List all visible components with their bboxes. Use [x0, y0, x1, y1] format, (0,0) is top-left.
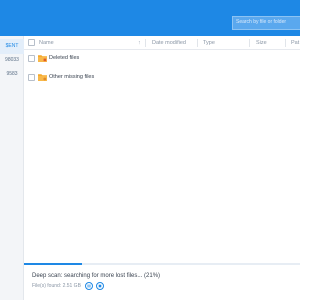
- app-window: Search by file or folder $ENT 98033 9583…: [0, 0, 300, 300]
- column-divider: [285, 39, 286, 47]
- sidebar-item-ent[interactable]: $ENT: [0, 39, 24, 54]
- table-row[interactable]: Deleted files: [24, 50, 300, 66]
- folder-missing-icon: [38, 74, 47, 81]
- scan-status-text: Deep scan: searching for more lost files…: [32, 273, 161, 279]
- files-found-text: File(s) found: 2.51 GB: [32, 283, 81, 289]
- table-row[interactable]: Other missing files: [24, 69, 300, 85]
- pause-icon: [87, 284, 91, 288]
- search-placeholder: Search by file or folder: [236, 19, 287, 25]
- sort-arrow-icon[interactable]: ↑: [138, 36, 141, 50]
- column-size[interactable]: Size: [256, 36, 267, 50]
- column-divider: [249, 39, 250, 47]
- column-date-modified[interactable]: Date modified: [152, 36, 186, 50]
- column-divider: [197, 39, 198, 47]
- sidebar: $ENT 98033 9583: [0, 36, 24, 300]
- column-name[interactable]: Name: [39, 36, 54, 50]
- table-header: Name ↑ Date modified Type Size Pat: [24, 36, 300, 50]
- sidebar-item-9583[interactable]: 9583: [0, 67, 24, 82]
- row-label: Deleted files: [49, 55, 80, 61]
- column-divider: [145, 39, 146, 47]
- search-input[interactable]: Search by file or folder: [232, 16, 300, 30]
- row-checkbox[interactable]: [28, 74, 35, 81]
- column-path[interactable]: Pat: [291, 36, 299, 50]
- sidebar-item-98033[interactable]: 98033: [0, 53, 24, 68]
- folder-deleted-icon: [38, 55, 47, 62]
- row-checkbox[interactable]: [28, 55, 35, 62]
- pause-button[interactable]: [85, 282, 93, 290]
- stop-icon: [98, 284, 102, 288]
- header-bar: Search by file or folder: [0, 0, 300, 36]
- select-all-checkbox[interactable]: [28, 39, 35, 46]
- status-panel: Deep scan: searching for more lost files…: [24, 265, 300, 300]
- row-label: Other missing files: [49, 74, 95, 80]
- column-type[interactable]: Type: [203, 36, 215, 50]
- stop-button[interactable]: [96, 282, 104, 290]
